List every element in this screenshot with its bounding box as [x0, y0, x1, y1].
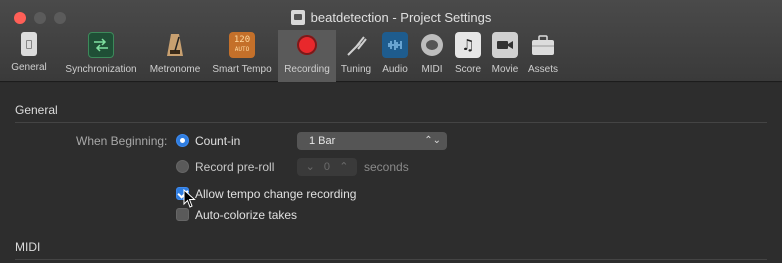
- tab-assets[interactable]: Assets: [524, 30, 562, 82]
- general-switch-icon: [21, 32, 37, 56]
- tab-smart-tempo[interactable]: 120 AUTO Smart Tempo: [206, 30, 278, 82]
- allow-tempo-change-label: Allow tempo change recording: [195, 187, 357, 201]
- count-in-radio[interactable]: [176, 134, 189, 147]
- assets-briefcase-icon: [530, 32, 556, 58]
- title-bar: beatdetection - Project Settings General…: [0, 0, 782, 82]
- tab-recording[interactable]: Recording: [278, 30, 336, 82]
- settings-content: General When Beginning: Count-in 1 Bar ⌃…: [0, 83, 782, 263]
- chevron-updown-icon: ⌃⌄: [424, 135, 441, 146]
- preroll-unit: seconds: [364, 160, 409, 174]
- movie-camera-icon: [492, 32, 518, 58]
- settings-toolbar: General Synchronization Metronome 120 AU…: [0, 30, 562, 82]
- metronome-icon: [162, 32, 188, 58]
- stepper-up-icon: ⌃: [339, 161, 349, 173]
- tab-movie[interactable]: Movie: [486, 30, 524, 82]
- record-icon: [294, 32, 320, 58]
- when-beginning-label: When Beginning:: [76, 134, 168, 148]
- count-in-popup[interactable]: 1 Bar ⌃⌄: [297, 132, 447, 150]
- window-title-area: beatdetection - Project Settings: [0, 10, 782, 25]
- tab-metronome[interactable]: Metronome: [144, 30, 206, 82]
- tab-tuning[interactable]: Tuning: [336, 30, 376, 82]
- score-icon: ♫: [455, 32, 481, 58]
- stepper-down-icon: ⌄: [305, 161, 315, 173]
- auto-colorize-label: Auto-colorize takes: [195, 208, 298, 222]
- audio-waveform-icon: [382, 32, 408, 58]
- count-in-value: 1 Bar: [309, 135, 336, 147]
- record-preroll-label: Record pre-roll: [195, 160, 275, 174]
- smart-tempo-icon: 120 AUTO: [229, 32, 255, 58]
- mouse-pointer-icon: [183, 189, 196, 208]
- tuning-fork-icon: [343, 32, 369, 58]
- tab-general[interactable]: General: [0, 30, 58, 82]
- record-preroll-radio[interactable]: [176, 160, 189, 173]
- auto-colorize-checkbox[interactable]: [176, 208, 189, 221]
- midi-icon: [419, 32, 445, 58]
- sync-arrows-icon: [88, 32, 114, 58]
- preroll-value: 0: [323, 161, 331, 173]
- count-in-label: Count-in: [195, 134, 241, 148]
- tab-synchronization[interactable]: Synchronization: [58, 30, 144, 82]
- preroll-stepper: ⌄ 0 ⌃: [297, 158, 357, 176]
- tab-score[interactable]: ♫ Score: [450, 30, 486, 82]
- section-heading-midi: MIDI: [15, 240, 767, 260]
- tab-midi[interactable]: MIDI: [414, 30, 450, 82]
- window-title: beatdetection - Project Settings: [310, 10, 492, 25]
- document-icon: [290, 10, 305, 25]
- section-heading-general: General: [15, 103, 767, 123]
- tab-audio[interactable]: Audio: [376, 30, 414, 82]
